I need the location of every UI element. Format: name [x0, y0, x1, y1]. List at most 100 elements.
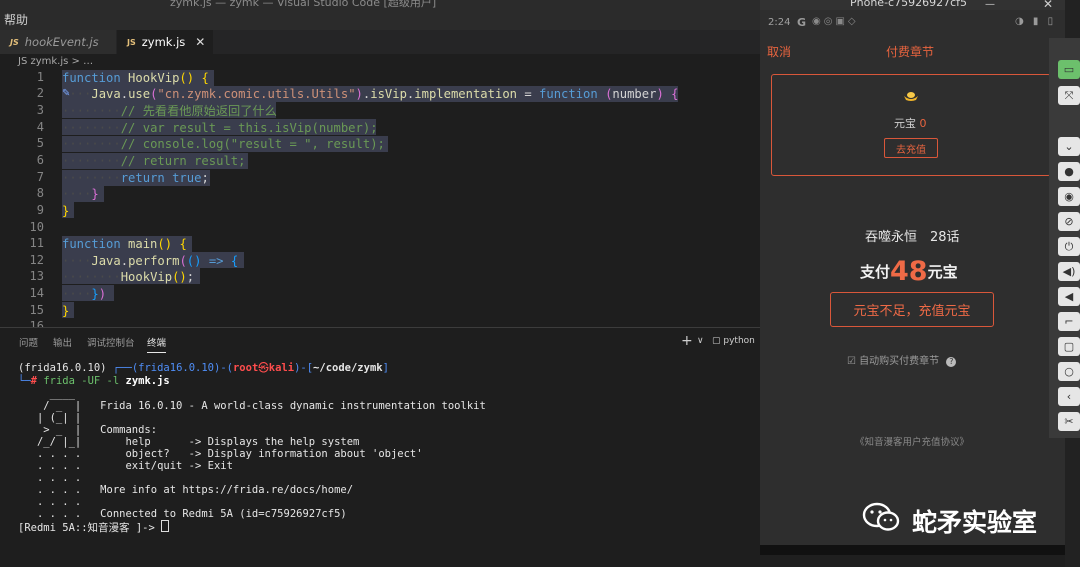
- watermark-text: 蛇矛实验室: [912, 508, 1038, 537]
- line-number: 13: [29, 269, 44, 283]
- help-icon: ?: [946, 357, 957, 367]
- terminal-selector[interactable]: ▢ python: [712, 336, 755, 346]
- terminal-name: python: [723, 336, 755, 346]
- auto-buy-toggle[interactable]: ☑ 自动购买付费章节 ?: [847, 352, 957, 367]
- line-number: 2: [36, 86, 44, 100]
- tab-label: hookEvent.js: [24, 35, 99, 49]
- record-icon[interactable]: ●: [1058, 162, 1080, 181]
- cancel-button[interactable]: 取消: [767, 43, 791, 60]
- wechat-icon: [862, 502, 900, 531]
- window-titlebar: zymk.js — zymk — Visual Studio Code [超级用…: [0, 0, 760, 9]
- menu-help[interactable]: 帮助: [4, 11, 28, 28]
- code-line-7: ········return true;: [62, 171, 209, 185]
- code-line-3: ········// 先看看他原始返回了什么: [62, 104, 277, 118]
- breadcrumb-text[interactable]: JS zymk.js > …: [18, 56, 93, 67]
- eye-icon[interactable]: ◉: [1058, 187, 1080, 206]
- code-line-6: ········// return result;: [62, 154, 246, 168]
- menu-bar: 帮助: [0, 8, 760, 30]
- collapse-icon[interactable]: ⌄: [1058, 137, 1080, 156]
- code-editor[interactable]: 1 2 3 4 5 6 7 8 9 10 11 12 13 14 15 16 f…: [0, 70, 760, 327]
- tab-output[interactable]: 输出: [53, 335, 72, 349]
- code-line-14: ····}): [62, 287, 107, 301]
- code-line-11: function main() {: [62, 237, 187, 251]
- js-file-icon: JS: [127, 37, 136, 47]
- line-number: 10: [29, 220, 44, 234]
- lightbulb-icon[interactable]: ✎: [62, 88, 74, 100]
- line-number: 5: [36, 136, 44, 150]
- line-number: 12: [29, 253, 44, 267]
- line-number: 7: [36, 170, 44, 184]
- battery-icon: ◑ ▮ ▯: [1015, 16, 1057, 27]
- banner-line: / _ | Frida 16.0.10 - A world-class dyna…: [18, 400, 486, 412]
- banner-line: . . . . More info at https://frida.re/do…: [18, 484, 354, 496]
- banner-line: . . . . Connected to Redmi 5A (id=c75926…: [18, 508, 347, 520]
- code-line-12: ····Java.perform(() => {: [62, 254, 239, 268]
- code-line-5: ········// console.log("result = ", resu…: [62, 137, 385, 151]
- status-time: 2:24: [768, 17, 791, 28]
- fullscreen-icon[interactable]: ⤧: [1058, 86, 1080, 105]
- pay-amount: 支付48元宝: [860, 256, 958, 287]
- banner-line: . . . .: [18, 496, 82, 508]
- google-icon: G: [797, 16, 807, 29]
- tab-label: zymk.js: [141, 35, 186, 49]
- js-file-icon: JS: [10, 37, 19, 47]
- rotate-icon[interactable]: ⌐: [1058, 312, 1080, 331]
- power-icon[interactable]: ⏻: [1058, 237, 1080, 256]
- line-number: 11: [29, 236, 44, 250]
- new-terminal-icon[interactable]: +: [681, 333, 693, 349]
- code-line-13: ········HookVip();: [62, 270, 195, 284]
- page-title: 付费章节: [886, 45, 935, 59]
- panel-tabs: 问题 输出 调试控制台 终端: [0, 328, 760, 354]
- scissors-icon[interactable]: ✂: [1058, 412, 1080, 431]
- repl-prompt[interactable]: [Redmi 5A::知音漫客 ]->: [18, 520, 170, 534]
- banner-line: > _ | Commands:: [18, 424, 158, 436]
- banner-line: /_/ |_| help -> Displays the help system: [18, 436, 360, 448]
- tab-zymk[interactable]: JS zymk.js ✕: [117, 30, 213, 54]
- line-number: 3: [36, 103, 44, 117]
- chevron-down-icon[interactable]: ∨: [697, 336, 704, 346]
- banner-line: ____: [18, 388, 75, 400]
- breadcrumb: JS zymk.js > …: [0, 54, 760, 70]
- recharge-agreement-link[interactable]: 《知音漫客用户充值协议》: [855, 434, 969, 448]
- code-line-2: ····Java.use("cn.zymk.comic.utils.Utils"…: [62, 87, 679, 101]
- prompt-line: (frida16.0.10) ┌──(frida16.0.10)-(root㉿k…: [18, 362, 389, 374]
- tab-hookevent[interactable]: JS hookEvent.js: [0, 30, 116, 54]
- tab-debug-console[interactable]: 调试控制台: [87, 335, 135, 349]
- back-icon[interactable]: ‹: [1058, 387, 1080, 406]
- overview-icon[interactable]: ▢: [1058, 337, 1080, 356]
- banner-line: | (_| |: [18, 412, 82, 424]
- insufficient-recharge-button[interactable]: 元宝不足，充值元宝: [830, 292, 994, 327]
- eye-off-icon[interactable]: ⊘: [1058, 212, 1080, 231]
- tab-problems[interactable]: 问题: [19, 335, 38, 349]
- status-icons: ◉◎▣◇: [812, 16, 859, 27]
- line-number: 14: [29, 286, 44, 300]
- screen-icon[interactable]: ▭: [1058, 60, 1080, 79]
- tab-terminal[interactable]: 终端: [147, 335, 167, 353]
- comic-chapter: 吞噬永恒 28话: [865, 230, 960, 245]
- volume-up-icon[interactable]: ◀): [1058, 262, 1080, 281]
- close-icon[interactable]: ✕: [195, 35, 205, 49]
- banner-line: . . . . object? -> Display information a…: [18, 448, 423, 460]
- code-line-15: }: [62, 304, 70, 318]
- home-icon[interactable]: ○: [1058, 362, 1080, 381]
- recharge-button[interactable]: 去充值: [884, 138, 938, 158]
- volume-down-icon[interactable]: ◀: [1058, 287, 1080, 306]
- line-number: 8: [36, 186, 44, 200]
- phone-window-titlebar: Phone-c75926927cf5: [760, 0, 1065, 10]
- code-line-8: ····}: [62, 187, 99, 201]
- line-number: 15: [29, 303, 44, 317]
- code-line-1: function HookVip() {: [62, 71, 209, 85]
- command-line: └─# frida -UF -l zymk.js: [18, 375, 170, 387]
- minimize-icon[interactable]: —: [985, 0, 995, 10]
- phone-window-title: Phone-c75926927cf5: [850, 0, 967, 9]
- line-number: 4: [36, 120, 44, 134]
- line-number: 1: [36, 70, 44, 84]
- gold-ingot-icon: [904, 92, 918, 101]
- editor-tab-bar: JS hookEvent.js JS zymk.js ✕: [0, 30, 760, 54]
- line-number: 9: [36, 203, 44, 217]
- check-circle-icon: ☑: [847, 356, 856, 367]
- yuanbao-balance: 元宝 0: [894, 117, 927, 130]
- cursor: [161, 520, 170, 532]
- line-number: 6: [36, 153, 44, 167]
- code-line-4: ········// var result = this.isVip(numbe…: [62, 121, 378, 135]
